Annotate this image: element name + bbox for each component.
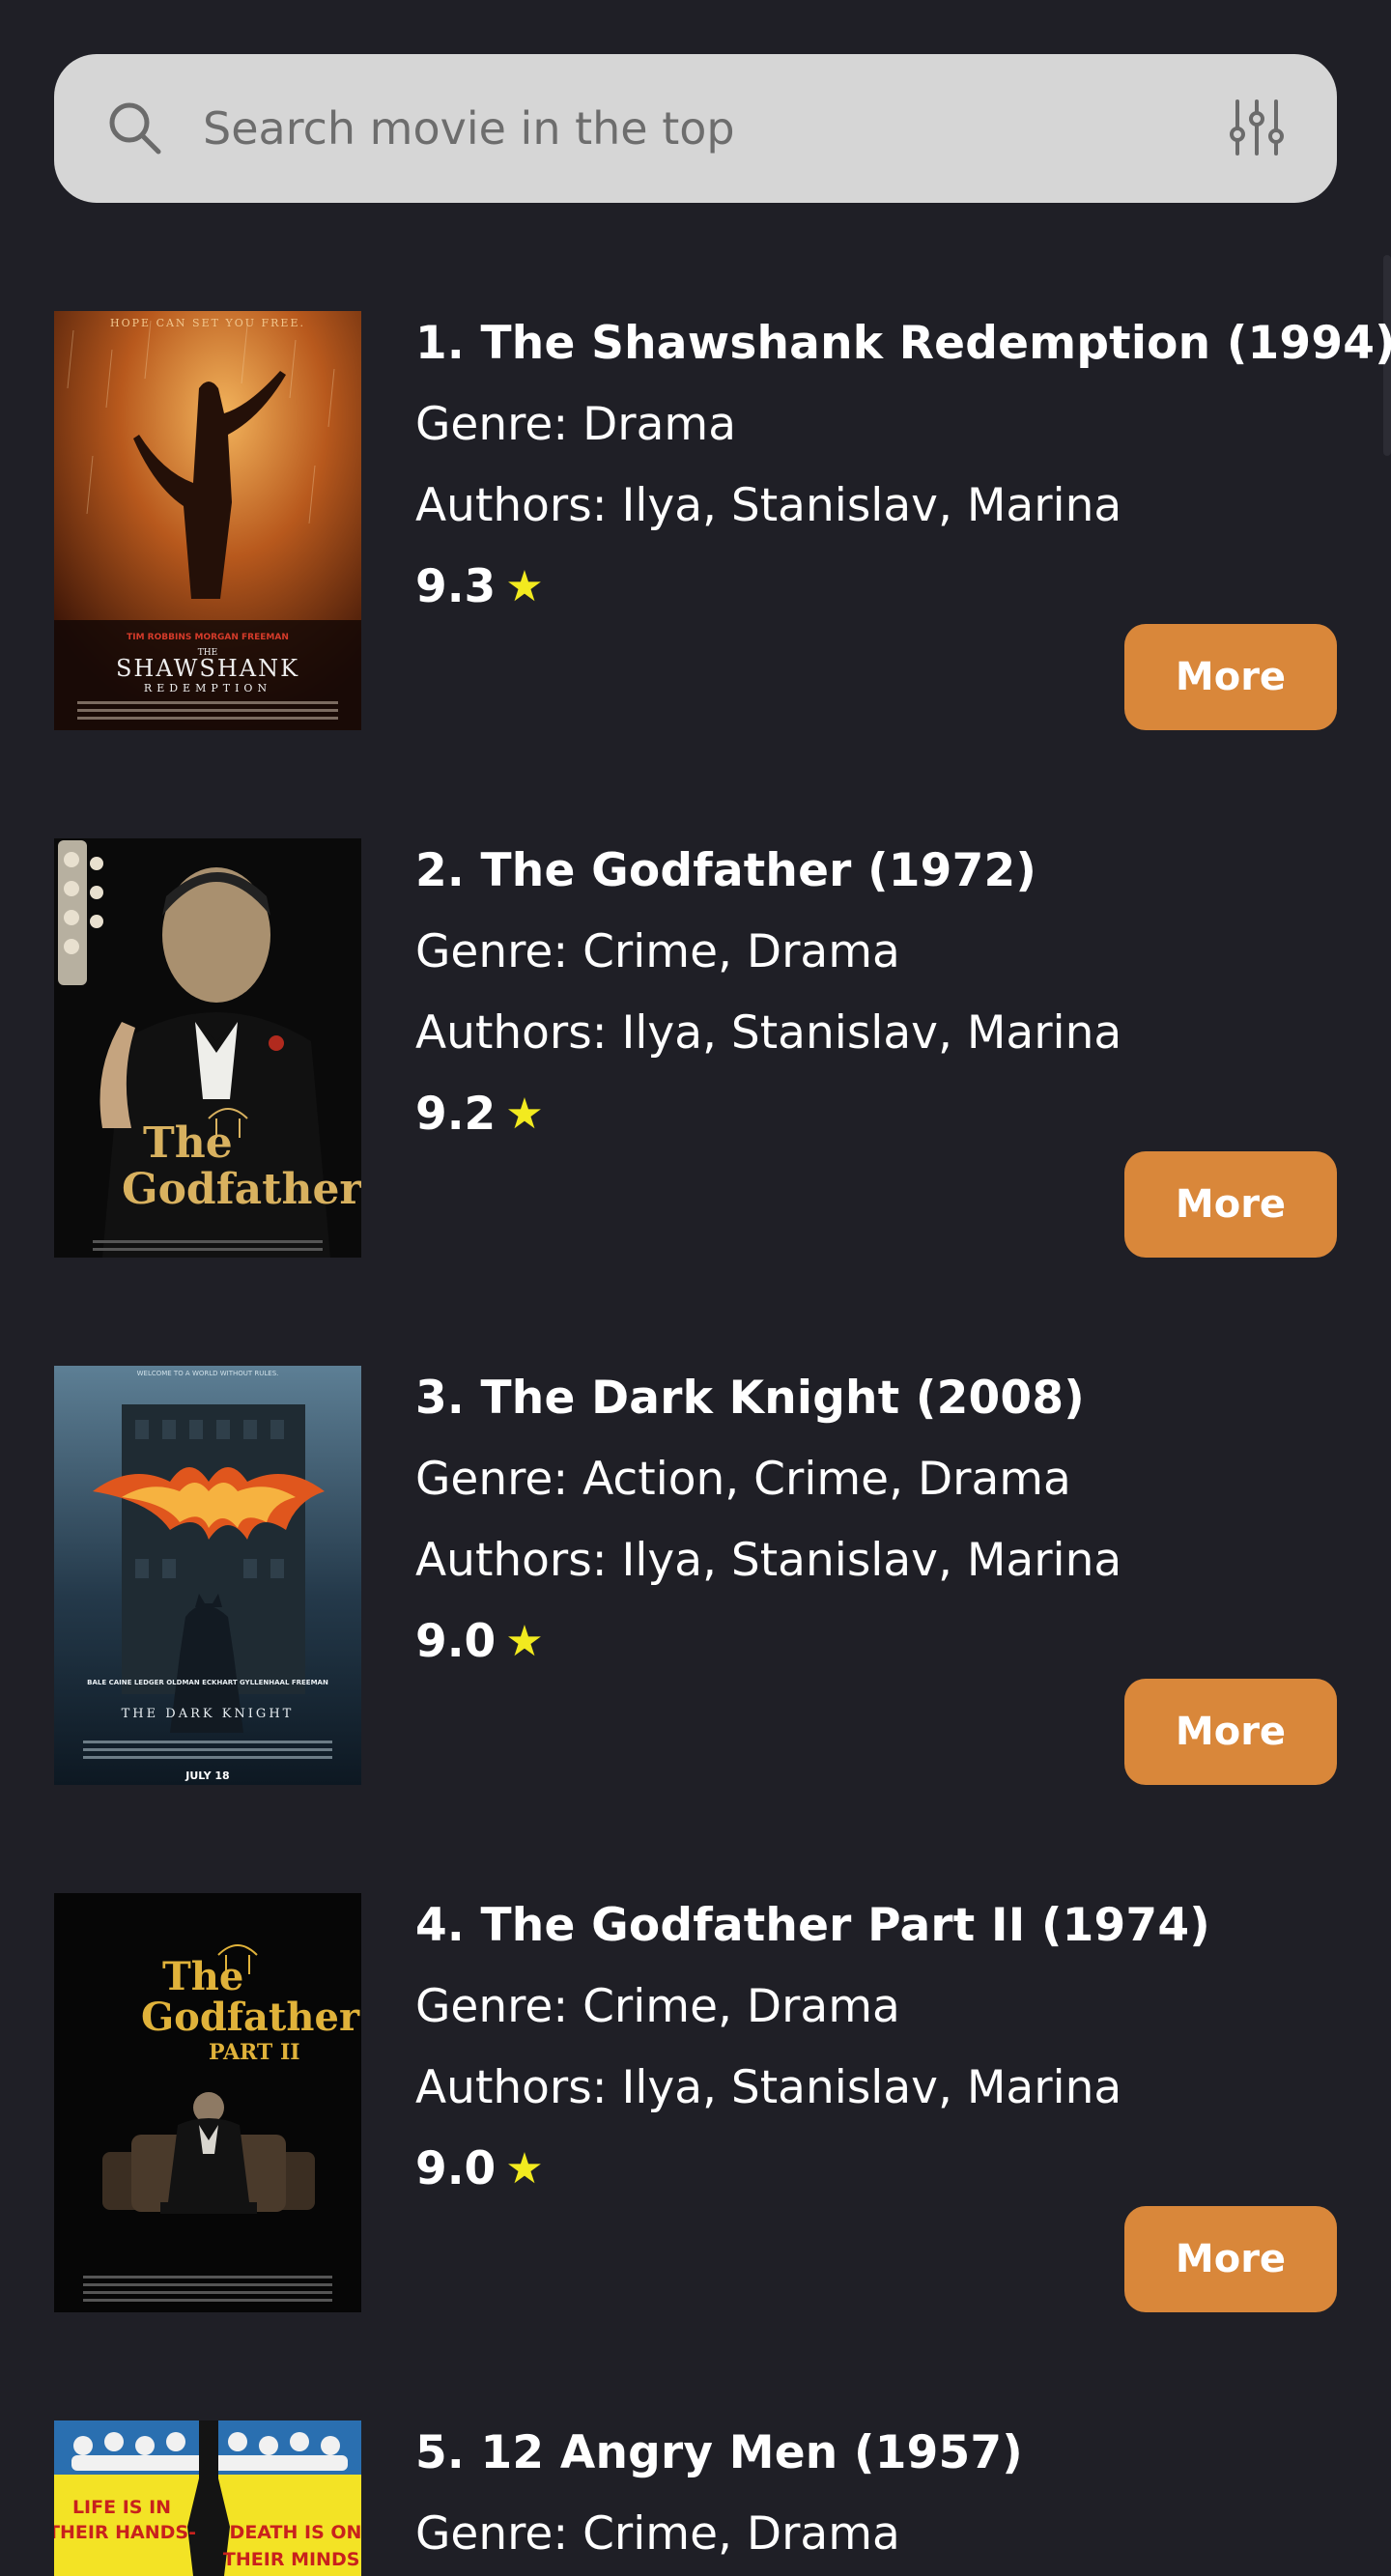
poster-date: JULY 18 xyxy=(185,1769,229,1782)
star-icon: ★ xyxy=(505,2144,544,2194)
movie-authors: Authors: Ilya, Stanislav, Marina xyxy=(415,1006,1122,1060)
movie-card: The Godfather PART II 4. The Godfather P… xyxy=(54,1893,1337,2312)
movie-card: The Godfather 2. The Godfather (1972) Ge… xyxy=(54,838,1337,1258)
more-button[interactable]: More xyxy=(1124,2206,1337,2312)
movie-rating: 9.3 xyxy=(415,560,497,613)
search-input[interactable] xyxy=(203,93,1169,164)
poster-title: THE DARK KNIGHT xyxy=(122,1707,295,1721)
poster-actors: TIM ROBBINS MORGAN FREEMAN xyxy=(127,633,289,642)
poster-image: The Godfather xyxy=(54,838,361,1258)
poster-title-line1: The xyxy=(143,1118,233,1168)
movie-info: 3. The Dark Knight (2008) Genre: Action,… xyxy=(415,1366,1337,1785)
movie-info: 2. The Godfather (1972) Genre: Crime, Dr… xyxy=(415,838,1337,1258)
poster-actors: BALE CAINE LEDGER OLDMAN ECKHART GYLLENH… xyxy=(87,1679,328,1686)
poster-image: LIFE IS IN THEIR HANDS- DEATH IS ON THEI… xyxy=(54,2420,361,2576)
poster-title-line2: Godfather xyxy=(122,1165,361,1214)
movie-poster-dark-knight[interactable]: WELCOME TO A WORLD WITHOUT RULES. BALE C… xyxy=(54,1366,361,1785)
star-icon: ★ xyxy=(505,562,544,611)
poster-tagline: HOPE CAN SET YOU FREE. xyxy=(110,317,305,329)
poster-title-line1: The xyxy=(162,1954,243,1999)
movie-card: HOPE CAN SET YOU FREE. TIM ROBBINS MORGA… xyxy=(54,311,1391,730)
poster-image: HOPE CAN SET YOU FREE. TIM ROBBINS MORGA… xyxy=(54,311,361,730)
movie-genre: Genre: Crime, Drama xyxy=(415,925,900,978)
rating-row: 9.3 ★ xyxy=(415,558,544,616)
movie-title: 2. The Godfather (1972) xyxy=(415,844,1037,897)
movie-poster-12-angry-men[interactable]: LIFE IS IN THEIR HANDS- DEATH IS ON THEI… xyxy=(54,2420,361,2576)
sliders-filter-icon[interactable] xyxy=(1227,98,1287,157)
poster-left-line2: THEIR HANDS- xyxy=(54,2522,196,2543)
movie-title: 5. 12 Angry Men (1957) xyxy=(415,2426,1023,2479)
movie-authors: Authors: Ilya, Stanislav, Marina xyxy=(415,479,1122,532)
rating-row: 9.0 ★ xyxy=(415,2140,544,2198)
movie-title: 3. The Dark Knight (2008) xyxy=(415,1372,1085,1425)
movie-info: 5. 12 Angry Men (1957) Genre: Crime, Dra… xyxy=(415,2420,1337,2576)
search-icon xyxy=(109,102,161,155)
more-button[interactable]: More xyxy=(1124,624,1337,730)
movie-card: LIFE IS IN THEIR HANDS- DEATH IS ON THEI… xyxy=(54,2420,1337,2576)
poster-title-line2: REDEMPTION xyxy=(144,682,271,694)
movie-card: WELCOME TO A WORLD WITHOUT RULES. BALE C… xyxy=(54,1366,1337,1785)
movie-genre: Genre: Crime, Drama xyxy=(415,1980,900,2033)
poster-title-line3: PART II xyxy=(209,2040,300,2065)
movie-rating: 9.0 xyxy=(415,1615,497,1668)
movie-poster-godfather-part-2[interactable]: The Godfather PART II xyxy=(54,1893,361,2312)
poster-tagline: WELCOME TO A WORLD WITHOUT RULES. xyxy=(137,1370,279,1377)
movie-info: 4. The Godfather Part II (1974) Genre: C… xyxy=(415,1893,1337,2312)
star-icon: ★ xyxy=(505,1090,544,1139)
movie-top-list-page: HOPE CAN SET YOU FREE. TIM ROBBINS MORGA… xyxy=(0,0,1391,2576)
more-button[interactable]: More xyxy=(1124,1151,1337,1258)
rating-row: 9.2 ★ xyxy=(415,1086,544,1144)
more-button[interactable]: More xyxy=(1124,1679,1337,1785)
star-icon: ★ xyxy=(505,1617,544,1666)
movie-poster-shawshank[interactable]: HOPE CAN SET YOU FREE. TIM ROBBINS MORGA… xyxy=(54,311,361,730)
movie-title: 1. The Shawshank Redemption (1994) xyxy=(415,317,1391,370)
movie-genre: Genre: Action, Crime, Drama xyxy=(415,1453,1071,1506)
movie-title: 4. The Godfather Part II (1974) xyxy=(415,1899,1210,1952)
movie-authors: Authors: Ilya, Stanislav, Marina xyxy=(415,1534,1122,1587)
movie-genre: Genre: Drama xyxy=(415,398,737,451)
movie-rating: 9.2 xyxy=(415,1088,497,1141)
poster-image: The Godfather PART II xyxy=(54,1893,361,2312)
poster-title-line2: Godfather xyxy=(141,1995,360,2040)
poster-left-line1: LIFE IS IN xyxy=(72,2497,171,2518)
search-bar[interactable] xyxy=(54,54,1337,203)
movie-rating: 9.0 xyxy=(415,2142,497,2195)
movie-poster-godfather[interactable]: The Godfather xyxy=(54,838,361,1258)
rating-row: 9.0 ★ xyxy=(415,1613,544,1671)
poster-right-line2: THEIR MINDS! xyxy=(223,2549,361,2570)
movie-genre: Genre: Crime, Drama xyxy=(415,2507,900,2561)
poster-image: WELCOME TO A WORLD WITHOUT RULES. BALE C… xyxy=(54,1366,361,1785)
poster-title-line1: SHAWSHANK xyxy=(116,655,299,682)
movie-info: 1. The Shawshank Redemption (1994) Genre… xyxy=(415,311,1391,730)
movie-authors: Authors: Ilya, Stanislav, Marina xyxy=(415,2061,1122,2114)
poster-right-line1: DEATH IS ON xyxy=(230,2522,361,2543)
